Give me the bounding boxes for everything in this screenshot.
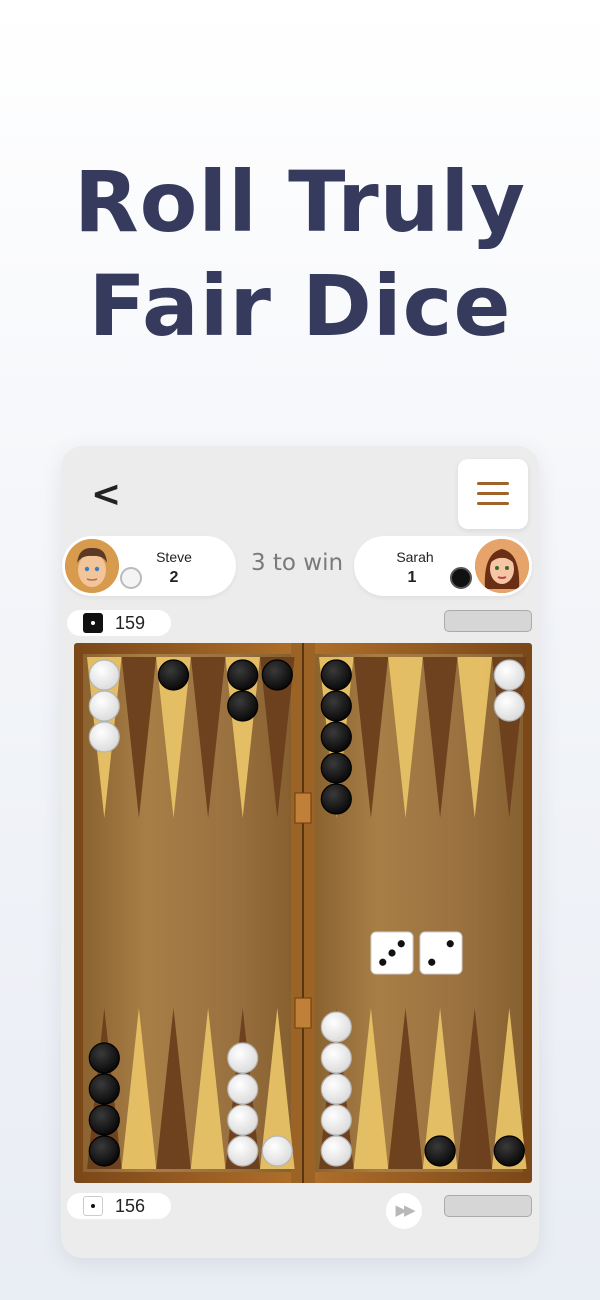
- male-avatar-icon: [65, 539, 119, 593]
- pip-count-bottom: 156: [115, 1196, 146, 1216]
- black-checker: [157, 659, 190, 691]
- headline-line-2: Fair Dice: [88, 257, 512, 355]
- white-checker: [227, 1042, 259, 1074]
- black-checker: [424, 1135, 456, 1167]
- white-checker: [88, 659, 120, 691]
- progress-bar-bottom: [444, 1195, 532, 1217]
- die-pip: [428, 958, 436, 966]
- white-checker: [320, 1104, 352, 1136]
- black-die-icon: [83, 613, 103, 633]
- hamburger-menu-icon-bar: [477, 502, 509, 505]
- player-name-sarah: Sarah: [396, 549, 434, 565]
- pip-counter-top: 159: [67, 610, 171, 636]
- white-checker: [227, 1073, 259, 1105]
- backgammon-board[interactable]: [74, 643, 532, 1183]
- white-checker: [320, 1011, 352, 1043]
- black-checker: [261, 659, 293, 691]
- white-checker: [320, 1135, 352, 1167]
- white-checker: [88, 721, 120, 753]
- avatar-steve: [65, 539, 119, 593]
- white-checker: [493, 690, 525, 722]
- white-checker: [227, 1104, 259, 1136]
- white-checker: [227, 1135, 259, 1167]
- black-checker: [320, 752, 352, 784]
- black-checker: [320, 721, 352, 753]
- player-card-steve: Steve 2: [62, 536, 236, 596]
- black-checker: [320, 690, 352, 722]
- black-checker: [227, 690, 259, 722]
- white-checker: [88, 690, 120, 722]
- die-pip: [397, 940, 405, 948]
- white-checker: [261, 1135, 293, 1167]
- player-score-sarah: 1: [407, 569, 417, 586]
- black-checker: [88, 1135, 120, 1167]
- white-checker: [493, 659, 525, 691]
- white-checker: [320, 1073, 352, 1105]
- hamburger-menu-icon: [477, 482, 509, 485]
- die-pip: [388, 949, 396, 957]
- avatar-sarah: [475, 539, 529, 593]
- hinge-top: [294, 792, 312, 824]
- black-checker: [320, 783, 352, 815]
- headline: Roll Truly Fair Dice: [0, 150, 600, 358]
- pip-counter-bottom: 156: [67, 1193, 171, 1219]
- match-target: 3 to win: [250, 550, 344, 576]
- black-checker: [320, 659, 352, 691]
- white-die-icon: [83, 1196, 103, 1216]
- die-pip: [379, 958, 387, 966]
- back-button[interactable]: <: [91, 474, 121, 515]
- black-checker: [493, 1135, 525, 1167]
- player-name-steve: Steve: [156, 549, 192, 565]
- player-card-sarah: Sarah 1: [354, 536, 532, 596]
- black-checker: [88, 1073, 120, 1105]
- player-score-steve: 2: [169, 569, 179, 586]
- hamburger-menu-icon-bar: [477, 492, 509, 495]
- fast-forward-icon: ▶▶: [395, 1202, 415, 1219]
- black-checker: [227, 659, 259, 691]
- female-avatar-icon: [475, 539, 529, 593]
- hinge-bottom: [294, 997, 312, 1029]
- black-checker: [88, 1042, 120, 1074]
- menu-button[interactable]: [458, 459, 528, 529]
- white-checker: [320, 1042, 352, 1074]
- black-checker-indicator: [450, 567, 472, 589]
- die-pip: [446, 940, 454, 948]
- game-card: < Steve 2 3 to win Sarah 1 159 156 ▶▶: [61, 446, 539, 1258]
- headline-line-1: Roll Truly: [73, 153, 527, 251]
- pip-count-top: 159: [115, 613, 146, 633]
- black-checker: [88, 1104, 120, 1136]
- progress-bar-top: [444, 610, 532, 632]
- white-checker-indicator: [120, 567, 142, 589]
- die-2: [419, 931, 463, 975]
- fast-forward-button[interactable]: ▶▶: [386, 1193, 422, 1229]
